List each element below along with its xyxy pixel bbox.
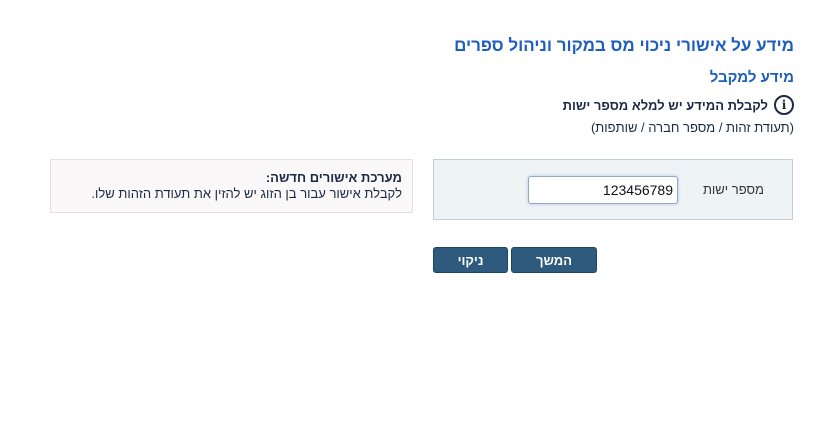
continue-button[interactable]: המשך (511, 247, 597, 273)
clear-button[interactable]: ניקוי (433, 247, 508, 273)
page-title: מידע על אישורי ניכוי מס במקור וניהול ספר… (454, 36, 794, 55)
info-row: i לקבלת המידע יש למלא מספר ישות (563, 95, 794, 115)
entity-form-panel: מספר ישות (433, 159, 793, 220)
notice-box: מערכת אישורים חדשה: לקבלת אישור עבור בן … (50, 159, 413, 213)
entity-number-input[interactable] (528, 176, 678, 204)
section-title: מידע למקבל (709, 69, 794, 86)
info-icon: i (774, 95, 794, 115)
entity-number-label: מספר ישות (702, 182, 764, 197)
info-text: לקבלת המידע יש למלא מספר ישות (562, 97, 768, 113)
notice-title: מערכת אישורים חדשה: (265, 170, 402, 185)
notice-text: לקבלת אישור עבור בן הזוג יש להזין את תעו… (91, 186, 402, 201)
info-subtext: (תעודת זהות / מספר חברה / שותפות) (590, 120, 794, 135)
